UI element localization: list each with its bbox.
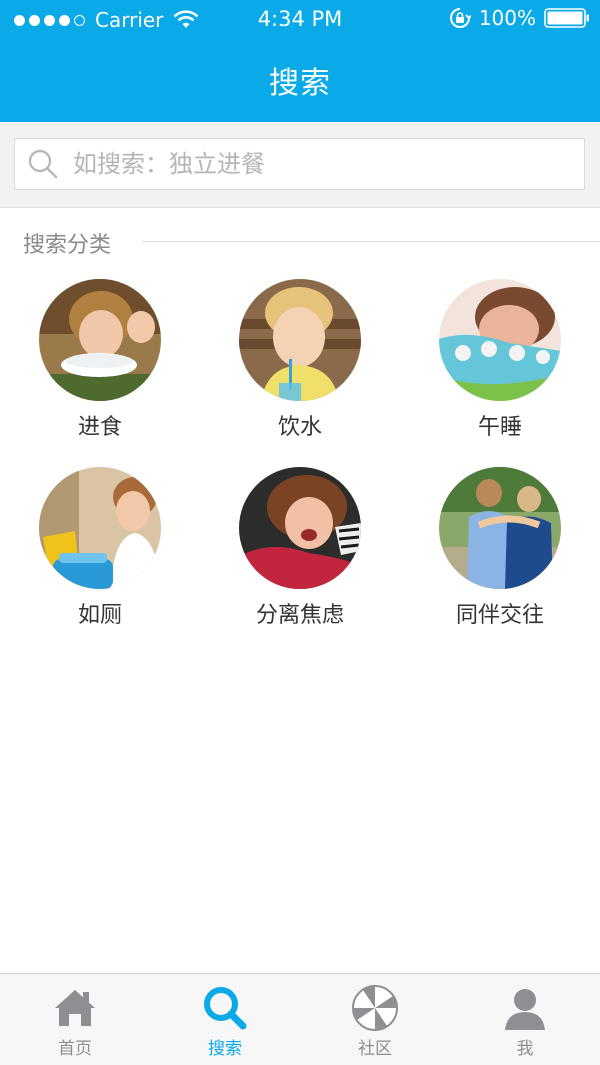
search-box[interactable] bbox=[14, 138, 585, 190]
peer-interaction-photo[interactable] bbox=[439, 467, 561, 589]
tab-label: 首页 bbox=[58, 1039, 92, 1059]
battery-icon bbox=[544, 8, 589, 28]
header: Carrier 4:34 PM 100% 搜索 bbox=[0, 0, 600, 122]
tab-home[interactable]: 首页 bbox=[0, 974, 150, 1065]
rotation-lock-icon bbox=[449, 8, 471, 28]
profile-icon bbox=[505, 989, 545, 1030]
community-icon bbox=[352, 985, 398, 1031]
status-bar: Carrier 4:34 PM 100% bbox=[0, 0, 600, 40]
category-separation-anxiety[interactable]: 分离焦虑 bbox=[220, 467, 380, 629]
tab-profile[interactable]: 我 bbox=[450, 974, 600, 1065]
nap-photo[interactable] bbox=[439, 279, 561, 401]
drinking-photo[interactable] bbox=[239, 279, 361, 401]
status-right: 100% bbox=[449, 6, 590, 30]
home-icon bbox=[55, 990, 95, 1026]
search-area bbox=[0, 122, 600, 208]
battery-percent: 100% bbox=[478, 6, 536, 30]
category-nap[interactable]: 午睡 bbox=[420, 279, 580, 441]
tab-search[interactable]: 搜索 bbox=[150, 974, 300, 1065]
search-icon bbox=[28, 149, 58, 179]
search-input[interactable] bbox=[73, 144, 553, 184]
tab-community[interactable]: 社区 bbox=[300, 974, 450, 1065]
category-label: 分离焦虑 bbox=[255, 603, 344, 628]
tab-bar: 首页 搜索 社区 我 bbox=[0, 973, 600, 1065]
tab-label: 社区 bbox=[358, 1039, 392, 1059]
category-label: 午睡 bbox=[477, 415, 522, 440]
search-icon bbox=[204, 987, 247, 1030]
category-label: 如厕 bbox=[77, 603, 122, 628]
category-label: 进食 bbox=[77, 415, 122, 440]
toilet-photo[interactable] bbox=[39, 467, 161, 589]
tab-label: 我 bbox=[516, 1039, 534, 1059]
eating-photo[interactable] bbox=[39, 279, 161, 401]
section-title: 搜索分类 bbox=[23, 233, 112, 258]
category-drinking[interactable]: 饮水 bbox=[220, 279, 380, 441]
category-peer-interaction[interactable]: 同伴交往 bbox=[420, 467, 580, 629]
tab-label: 搜索 bbox=[208, 1039, 242, 1059]
section-divider bbox=[142, 241, 600, 242]
category-label: 饮水 bbox=[277, 415, 322, 440]
page-title: 搜索 bbox=[269, 66, 331, 101]
category-eating[interactable]: 进食 bbox=[20, 279, 180, 441]
category-label: 同伴交往 bbox=[455, 603, 544, 628]
separation-anxiety-photo[interactable] bbox=[239, 467, 361, 589]
category-toilet[interactable]: 如厕 bbox=[20, 467, 180, 629]
